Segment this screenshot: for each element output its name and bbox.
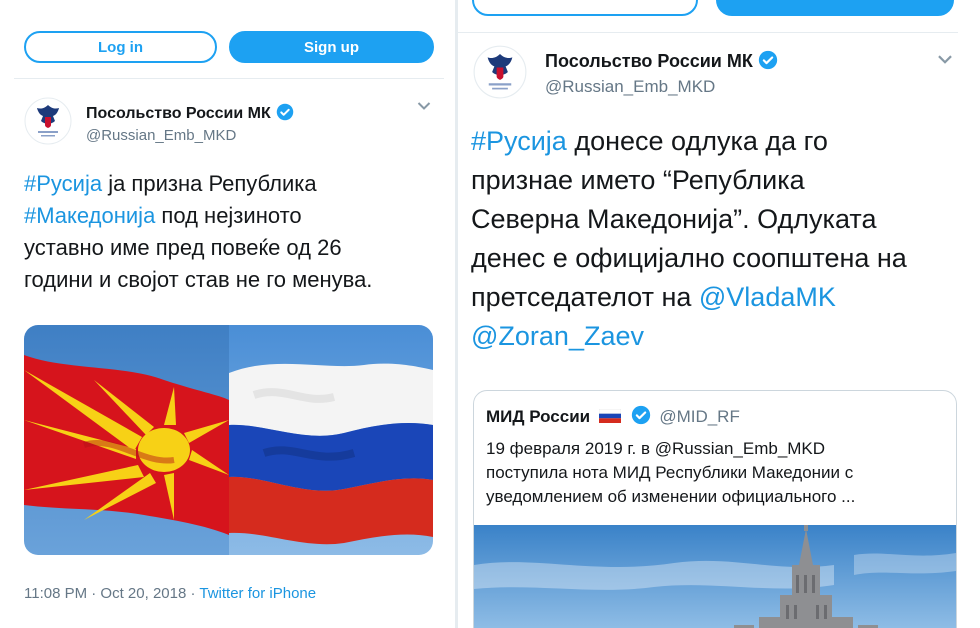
tweet-source-link[interactable]: Twitter for iPhone xyxy=(199,585,316,602)
quoted-account-name[interactable]: МИД России xyxy=(486,407,590,426)
login-button-partial[interactable] xyxy=(472,0,698,16)
tweet-text-line: #Русија ја призна Република xyxy=(24,168,372,200)
hashtag-link[interactable]: #Русија xyxy=(24,171,102,196)
tweet-text-segment: ја призна Република xyxy=(102,171,317,196)
quoted-tweet-header: МИД России @MID_RF xyxy=(486,405,740,427)
tweet-text-segment: претседателот на xyxy=(471,282,699,312)
quoted-tweet-line: 19 февраля 2019 г. в @Russian_Emb_MKD xyxy=(486,439,826,458)
account-name-text: Посольство России МК xyxy=(545,51,753,71)
tweet-text-line: #Русија донесе одлука да го xyxy=(471,122,907,161)
tweet-text: #Русија донесе одлука да го признае името… xyxy=(471,122,907,356)
hashtag-link[interactable]: #Македонија xyxy=(24,203,155,228)
tweet-text-line: #Македонија под нејзиното xyxy=(24,200,372,232)
embassy-emblem-icon xyxy=(473,45,527,99)
tweet-text-line: @Zoran_Zaev xyxy=(471,317,907,356)
mention-link[interactable]: @Zoran_Zaev xyxy=(471,321,644,351)
left-tweet-panel: Log in Sign up Посольство России МК @Rus… xyxy=(0,0,455,628)
quoted-tweet-line: поступила нота МИД Республики Македонии … xyxy=(486,463,854,482)
verified-badge-icon xyxy=(631,405,650,425)
russia-flag-emoji-icon xyxy=(598,408,622,423)
tweet-text-line: уставно име пред повеќе од 26 xyxy=(24,232,372,264)
account-handle[interactable]: @Russian_Emb_MKD xyxy=(86,127,236,144)
account-handle[interactable]: @Russian_Emb_MKD xyxy=(545,77,715,97)
quoted-tweet[interactable]: МИД России @MID_RF 19 февраля 2019 г. в … xyxy=(473,390,957,628)
quoted-tweet-text: 19 февраля 2019 г. в @Russian_Emb_MKD пос… xyxy=(486,437,855,509)
mention-link[interactable]: @VladaMK xyxy=(699,282,836,312)
timestamp[interactable]: 11:08 PM · Oct 20, 2018 · xyxy=(24,585,199,602)
verified-badge-icon xyxy=(276,103,294,121)
account-avatar[interactable] xyxy=(473,45,527,99)
moscow-building-photo xyxy=(474,525,956,628)
signup-button[interactable]: Sign up xyxy=(229,31,434,63)
tweet-text-segment: денес е официјално соопштена на xyxy=(471,243,907,273)
account-name[interactable]: Посольство России МК xyxy=(86,103,294,123)
tweet-meta: 11:08 PM · Oct 20, 2018 · Twitter for iP… xyxy=(24,585,316,602)
hashtag-link[interactable]: #Русија xyxy=(471,126,567,156)
tweet-image-flags[interactable] xyxy=(24,325,433,555)
tweet-text-line: признае името “Република xyxy=(471,161,907,200)
signup-button-partial[interactable] xyxy=(716,0,954,16)
tweet-text-line: денес е официјално соопштена на xyxy=(471,239,907,278)
tweet-text-segment: години и својот став не го менува. xyxy=(24,267,373,292)
login-button[interactable]: Log in xyxy=(24,31,217,63)
tweet-text-segment: признае името “Република xyxy=(471,165,805,195)
right-tweet-panel: Посольство России МК @Russian_Emb_MKD #Р… xyxy=(455,0,980,628)
tweet-text-line: години и својот став не го менува. xyxy=(24,264,372,296)
chevron-down-icon[interactable] xyxy=(417,98,431,116)
quoted-tweet-line: уведомлением об изменении официального .… xyxy=(486,487,856,506)
tweet-text-line: претседателот на @VladaMK xyxy=(471,278,907,317)
account-name-text: Посольство России МК xyxy=(86,105,271,122)
flags-photo xyxy=(24,325,433,555)
tweet-text: #Русија ја призна Република #Македонија п… xyxy=(24,168,372,296)
divider xyxy=(14,78,444,79)
tweet-text-line: Северна Македонија”. Одлуката xyxy=(471,200,907,239)
divider xyxy=(458,32,958,33)
quoted-tweet-image[interactable] xyxy=(474,525,956,628)
tweet-text-segment: уставно име пред повеќе од 26 xyxy=(24,235,342,260)
verified-badge-icon xyxy=(758,50,778,70)
embassy-emblem-icon xyxy=(24,97,72,145)
quoted-account-handle[interactable]: @MID_RF xyxy=(659,407,740,426)
tweet-text-segment: Северна Македонија”. Одлуката xyxy=(471,204,877,234)
tweet-text-segment: донесе одлука да го xyxy=(566,126,828,156)
account-avatar[interactable] xyxy=(24,97,72,145)
tweet-text-segment: под нејзиното xyxy=(155,203,302,228)
chevron-down-icon[interactable] xyxy=(937,52,953,70)
account-name[interactable]: Посольство России МК xyxy=(545,50,778,72)
